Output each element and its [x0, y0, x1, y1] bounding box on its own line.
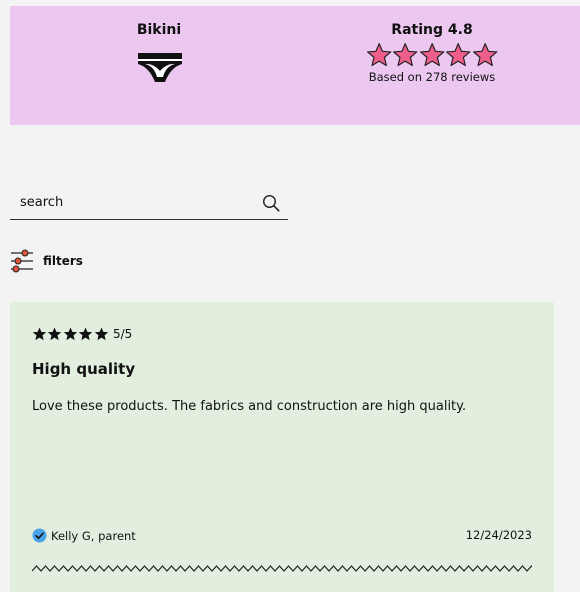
review-title: High quality	[32, 360, 136, 378]
filters-label: filters	[43, 254, 83, 268]
review-body: Love these products. The fabrics and con…	[32, 399, 467, 414]
search-box	[10, 186, 288, 220]
review-card: 5/5 High quality Love these products. Th…	[10, 302, 554, 592]
star-icon	[367, 43, 392, 67]
zigzag-divider	[32, 565, 532, 572]
filters-button[interactable]: filters	[10, 248, 83, 274]
sliders-icon	[11, 249, 33, 273]
bikini-underwear-icon	[138, 53, 182, 82]
star-icon	[94, 327, 108, 341]
product-name: Bikini	[136, 22, 182, 38]
review-count: Based on 278 reviews	[368, 70, 496, 84]
search-input[interactable]	[20, 188, 250, 216]
star-icon	[48, 327, 62, 341]
star-icon	[446, 43, 471, 67]
star-icon	[393, 43, 418, 67]
rating-stars	[366, 42, 498, 69]
reviewer-name: Kelly G, parent	[51, 528, 136, 543]
star-icon	[63, 327, 77, 341]
reviewer: Kelly G, parent	[32, 528, 136, 543]
star-icon	[419, 43, 445, 67]
review-stars: 5/5	[32, 326, 132, 342]
review-score: 5/5	[112, 327, 133, 341]
search-icon[interactable]	[262, 194, 280, 212]
star-icon	[472, 43, 497, 67]
star-icon	[78, 327, 93, 341]
rating-title: Rating 4.8	[391, 22, 473, 38]
review-date: 12/24/2023	[465, 528, 532, 542]
verified-check-icon	[32, 528, 47, 543]
star-icon	[32, 327, 47, 341]
